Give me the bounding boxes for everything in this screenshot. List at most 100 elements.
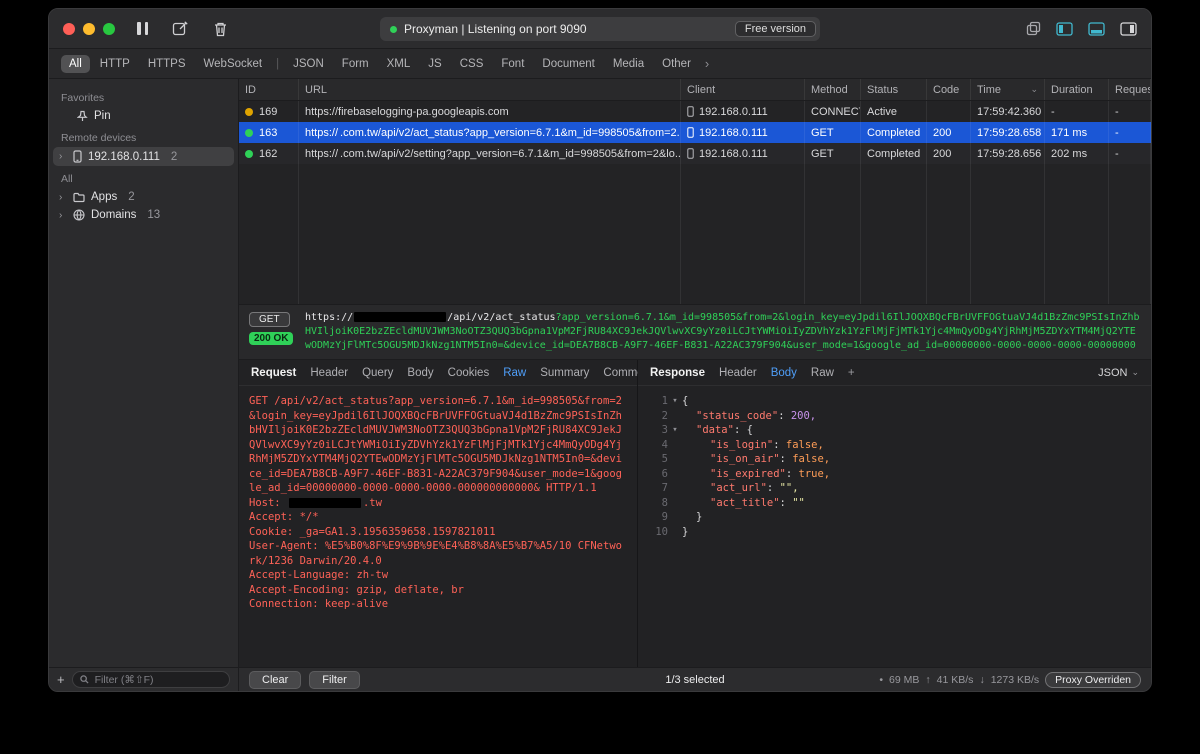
sidebar-filter-field[interactable]: [72, 671, 230, 688]
chevron-right-icon[interactable]: ›: [59, 210, 67, 221]
add-tab-button[interactable]: +: [848, 367, 855, 379]
filter-input[interactable]: [93, 673, 222, 687]
pause-button[interactable]: [137, 22, 148, 35]
tab-media[interactable]: Media: [605, 55, 652, 73]
tab-request-cookies[interactable]: Cookies: [448, 367, 490, 379]
tab-response-header[interactable]: Header: [719, 367, 757, 379]
sidebar-item-device[interactable]: › 192.168.0.111 2: [53, 147, 234, 166]
sidebar-section-remote-devices: Remote devices: [49, 125, 238, 147]
layout-bottom-panel-icon[interactable]: [1088, 22, 1105, 36]
search-icon: [80, 675, 89, 684]
header-line: User-Agent: %E5%B0%8F%E9%9B%9E%E4%B8%8A%…: [249, 539, 627, 568]
close-button[interactable]: [63, 23, 75, 35]
tab-json[interactable]: JSON: [285, 55, 332, 73]
empty-table-area: [239, 164, 1151, 304]
table-row[interactable]: 169 https://firebaselogging-pa.googleapi…: [239, 101, 1151, 122]
tab-request-summary[interactable]: Summary: [540, 367, 589, 379]
total-size: 69 MB: [889, 674, 919, 686]
tab-other[interactable]: Other: [654, 55, 699, 73]
fold-chevron-icon[interactable]: ▾: [668, 394, 682, 409]
cell-duration: 171 ms: [1045, 122, 1109, 143]
column-header-duration[interactable]: Duration: [1045, 79, 1109, 100]
session-title-bar[interactable]: Proxyman | Listening on port 9090 Free v…: [380, 17, 820, 41]
tab-separator: |: [272, 58, 283, 70]
header-line: Accept-Language: zh-tw: [249, 568, 627, 583]
tab-all[interactable]: All: [61, 55, 90, 73]
zoom-button[interactable]: [103, 23, 115, 35]
tab-request-header[interactable]: Header: [310, 367, 348, 379]
phone-icon: [687, 148, 694, 159]
tab-request-query[interactable]: Query: [362, 367, 393, 379]
minimize-button[interactable]: [83, 23, 95, 35]
host-header-line: Host: .tw: [249, 496, 627, 511]
domains-count: 13: [147, 209, 160, 221]
response-panel: Response Header Body Raw + JSON ⌄ 1▾{ 2"…: [638, 360, 1151, 667]
table-row-selected[interactable]: 163 https://.com.tw/api/v2/act_status?ap…: [239, 122, 1151, 143]
sidebar-item-pin[interactable]: Pin: [49, 107, 238, 125]
table-header: ID URL Client Method Status Code Time ⌄ …: [239, 79, 1151, 101]
tab-https[interactable]: HTTPS: [140, 55, 194, 73]
cell-time: 17:59:42.360: [971, 101, 1045, 122]
cell-id: 169: [259, 106, 277, 118]
tabs-overflow-chevron-icon[interactable]: ›: [705, 56, 709, 71]
full-url-text: https:///api/v2/act_status?app_version=6…: [305, 311, 1141, 355]
cell-id: 163: [259, 127, 277, 139]
apps-folder-icon: [73, 192, 85, 203]
fold-chevron-icon[interactable]: ▾: [668, 423, 682, 438]
sort-chevron-icon[interactable]: ⌄: [1030, 84, 1038, 95]
status-dot: [245, 129, 253, 137]
sidebar-item-apps[interactable]: › Apps 2: [49, 188, 238, 206]
trash-icon[interactable]: [213, 21, 228, 37]
layout-right-panel-icon[interactable]: [1120, 22, 1137, 36]
json-line: 6"is_expired": true,: [648, 467, 1141, 482]
chevron-right-icon[interactable]: ›: [59, 151, 67, 162]
main-area: ID URL Client Method Status Code Time ⌄ …: [239, 79, 1151, 667]
tab-request-raw[interactable]: Raw: [503, 367, 526, 379]
json-line: 10}: [648, 525, 1141, 540]
table-row[interactable]: 162 https://.com.tw/api/v2/setting?app_v…: [239, 143, 1151, 164]
compose-icon[interactable]: [172, 20, 189, 37]
tab-request[interactable]: Request: [251, 367, 296, 379]
column-header-request[interactable]: Request: [1109, 79, 1151, 100]
copy-icon[interactable]: [1026, 21, 1041, 36]
layout-left-panel-icon[interactable]: [1056, 22, 1073, 36]
tab-xml[interactable]: XML: [379, 55, 419, 73]
tab-http[interactable]: HTTP: [92, 55, 138, 73]
tab-form[interactable]: Form: [334, 55, 377, 73]
tab-document[interactable]: Document: [534, 55, 602, 73]
request-raw-content[interactable]: GET /api/v2/act_status?app_version=6.7.1…: [239, 386, 637, 667]
proxy-overridden-badge[interactable]: Proxy Overriden: [1045, 672, 1141, 688]
tab-response[interactable]: Response: [650, 367, 705, 379]
redacted-text: [289, 498, 361, 508]
sidebar-item-domains[interactable]: › Domains 13: [49, 206, 238, 224]
free-version-badge[interactable]: Free version: [735, 21, 816, 37]
tab-js[interactable]: JS: [420, 55, 449, 73]
tab-font[interactable]: Font: [493, 55, 532, 73]
tab-websocket[interactable]: WebSocket: [196, 55, 271, 73]
tab-response-body[interactable]: Body: [771, 367, 797, 379]
column-header-client[interactable]: Client: [681, 79, 805, 100]
tab-response-raw[interactable]: Raw: [811, 367, 834, 379]
add-filter-button[interactable]: +: [57, 672, 65, 687]
cell-duration: -: [1045, 101, 1109, 122]
clear-button[interactable]: Clear: [249, 671, 301, 689]
chevron-right-icon[interactable]: ›: [59, 192, 67, 203]
cell-status: Completed: [861, 143, 927, 164]
cell-request: -: [1109, 101, 1151, 122]
column-header-status[interactable]: Status: [861, 79, 927, 100]
column-header-id[interactable]: ID: [239, 79, 299, 100]
tab-request-body[interactable]: Body: [407, 367, 433, 379]
body-format-selector[interactable]: JSON ⌄: [1098, 367, 1139, 379]
response-json-content[interactable]: 1▾{ 2"status_code": 200, 3▾"data": { 4"i…: [638, 386, 1151, 667]
json-line: 7"act_url": "",: [648, 481, 1141, 496]
header-line: Accept: */*: [249, 510, 627, 525]
device-name: 192.168.0.111: [88, 151, 160, 163]
column-header-time[interactable]: Time ⌄: [971, 79, 1045, 100]
filter-button[interactable]: Filter: [309, 671, 359, 689]
column-header-method[interactable]: Method: [805, 79, 861, 100]
column-header-url[interactable]: URL: [299, 79, 681, 100]
column-header-code[interactable]: Code: [927, 79, 971, 100]
tab-css[interactable]: CSS: [452, 55, 492, 73]
status-code-badge: 200 OK: [249, 332, 293, 345]
method-badge: GET: [249, 312, 290, 327]
